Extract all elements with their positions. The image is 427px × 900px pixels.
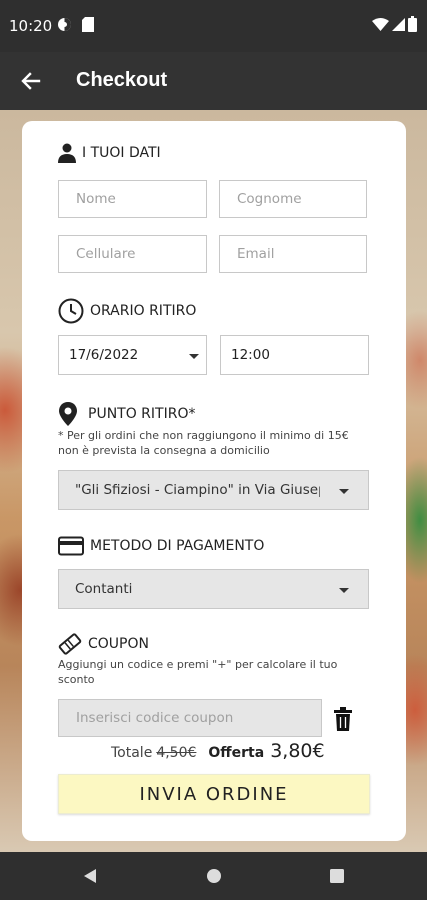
coupon-input[interactable]: Inserisci codice coupon [58, 699, 322, 737]
section-personal-data: I TUOI DATI [58, 143, 161, 163]
vpn-icon [57, 17, 72, 37]
section-title: PUNTO RITIRO* [88, 406, 196, 422]
time-input[interactable]: 12:00 [220, 335, 369, 375]
section-title: COUPON [88, 636, 149, 652]
arrow-left-icon [21, 72, 41, 90]
back-button[interactable] [16, 66, 46, 96]
total-old-price: 4,50€ [156, 745, 197, 761]
trash-icon [334, 707, 352, 731]
nav-recents-button[interactable] [330, 869, 344, 883]
nav-back-button[interactable] [82, 868, 98, 884]
user-icon [58, 143, 76, 163]
page-title: Checkout [76, 69, 168, 91]
payment-method-select[interactable]: Contanti [58, 569, 369, 609]
clock-icon [58, 298, 84, 324]
signal-icon [392, 18, 405, 36]
section-title: I TUOI DATI [82, 145, 161, 161]
app-bar: Checkout [0, 52, 427, 110]
square-recents-icon [330, 869, 344, 883]
pickup-point-value: "Gli Sfiziosi - Ciampino" in Via Giusepp… [75, 482, 320, 498]
status-time: 10:20 [9, 17, 53, 35]
total-label: Totale [111, 745, 153, 761]
time-value: 12:00 [231, 347, 270, 363]
section-pickup-point: PUNTO RITIRO* [58, 401, 195, 427]
payment-method-value: Contanti [75, 581, 133, 597]
ticket-icon [58, 633, 82, 655]
section-pickup-time: ORARIO RITIRO [58, 298, 196, 324]
first-name-input[interactable]: Nome [58, 180, 207, 218]
sd-card-icon [82, 17, 94, 37]
section-title: METODO DI PAGAMENTO [90, 538, 265, 554]
order-totals: Totale 4,50€ Offerta 3,80€ [111, 740, 325, 762]
delivery-note: * Per gli ordini che non raggiungono il … [58, 429, 349, 457]
chevron-down-icon [339, 489, 349, 494]
nav-home-button[interactable] [206, 868, 222, 884]
offer-price: 3,80€ [270, 740, 325, 762]
last-name-input[interactable]: Cognome [219, 180, 367, 218]
credit-card-icon [58, 536, 84, 556]
email-input[interactable]: Email [219, 235, 367, 273]
coupon-note: Aggiungi un codice e premi "+" per calco… [58, 658, 338, 686]
triangle-back-icon [84, 869, 96, 883]
pickup-point-select[interactable]: "Gli Sfiziosi - Ciampino" in Via Giusepp… [58, 470, 369, 510]
phone-input[interactable]: Cellulare [58, 235, 207, 273]
wifi-icon [372, 18, 389, 36]
submit-order-button[interactable]: INVIA ORDINE [58, 774, 370, 814]
section-title: ORARIO RITIRO [90, 303, 197, 319]
delete-coupon-button[interactable] [333, 707, 353, 731]
circle-home-icon [207, 869, 221, 883]
battery-icon [408, 16, 417, 37]
navigation-bar [0, 852, 427, 900]
location-pin-icon [59, 402, 77, 426]
date-picker[interactable]: 17/6/2022 [58, 335, 207, 375]
section-coupon: COUPON [58, 632, 149, 656]
offer-label: Offerta [208, 745, 265, 761]
date-value: 17/6/2022 [69, 347, 139, 363]
status-bar: 10:20 [0, 0, 427, 52]
section-payment: METODO DI PAGAMENTO [58, 536, 264, 556]
chevron-down-icon [189, 354, 199, 359]
chevron-down-icon [339, 588, 349, 593]
